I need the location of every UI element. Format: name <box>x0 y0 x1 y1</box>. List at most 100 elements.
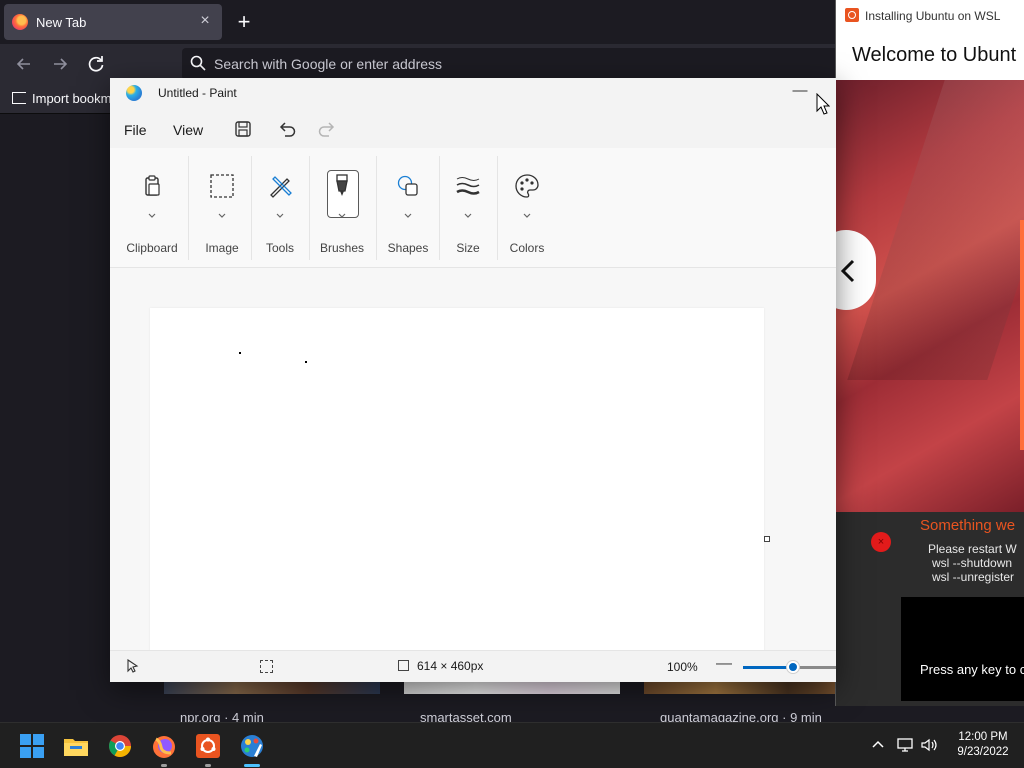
ribbon-divider <box>309 156 310 260</box>
tools-group[interactable]: Tools <box>253 148 307 268</box>
paint-ribbon: Clipboard Image Tools Brushes Shapes Siz… <box>110 148 836 268</box>
paint-title-bar: Untitled - Paint — <box>110 78 836 110</box>
ubuntu-logo-icon <box>845 8 859 22</box>
story-card[interactable]: smartasset.com <box>404 676 620 725</box>
address-bar[interactable] <box>182 48 842 80</box>
volume-icon[interactable] <box>920 736 938 754</box>
chevron-down-icon <box>218 206 226 218</box>
redo-icon[interactable] <box>316 118 338 140</box>
story-card[interactable]: quantamagazine.org · 9 min <box>644 676 860 725</box>
cursor-position-icon <box>126 658 140 673</box>
chrome-icon <box>109 735 131 757</box>
paint-status-bar: 614 × 460px 100% — <box>110 650 836 682</box>
search-icon <box>190 55 206 71</box>
ribbon-divider <box>497 156 498 260</box>
colors-group[interactable]: Colors <box>502 148 552 268</box>
clipboard-group[interactable]: Clipboard <box>122 148 182 268</box>
import-bookmarks-label: Import bookm <box>32 91 112 106</box>
paint-window-title: Untitled - Paint <box>158 86 237 100</box>
brush-icon <box>328 172 356 200</box>
back-arrow-icon[interactable] <box>10 50 38 78</box>
colors-label: Colors <box>509 241 545 255</box>
network-icon[interactable] <box>896 736 914 754</box>
chevron-down-icon <box>404 206 412 218</box>
shapes-group[interactable]: Shapes <box>382 148 434 268</box>
windows-taskbar: 12:00 PM 9/23/2022 <box>0 722 1024 768</box>
canvas-size-icon <box>398 660 409 671</box>
ribbon-divider <box>376 156 377 260</box>
ribbon-divider <box>251 156 252 260</box>
chrome-button[interactable] <box>104 730 136 762</box>
save-icon[interactable] <box>232 118 254 140</box>
drawing-canvas[interactable] <box>150 308 764 650</box>
selection-size-icon <box>260 660 273 673</box>
minimize-button[interactable]: — <box>786 82 814 104</box>
canvas-dot <box>305 361 307 363</box>
folder-icon <box>64 739 88 756</box>
slide-prev-button[interactable] <box>836 230 876 310</box>
shapes-label: Shapes <box>387 241 429 255</box>
line-width-icon <box>454 172 482 200</box>
error-icon: × <box>871 532 891 552</box>
size-group[interactable]: Size <box>444 148 492 268</box>
file-explorer-button[interactable] <box>60 730 92 762</box>
ubuntu-button[interactable] <box>192 730 224 767</box>
zoom-out-button[interactable]: — <box>716 655 732 673</box>
canvas-resize-handle[interactable] <box>764 536 770 542</box>
ribbon-divider <box>439 156 440 260</box>
canvas-size-text: 614 × 460px <box>417 659 484 673</box>
ubuntu-header: Welcome to Ubunt <box>836 30 1024 80</box>
firefox-icon <box>153 736 175 758</box>
running-indicator <box>161 764 167 767</box>
tab-title: New Tab <box>36 15 87 30</box>
canvas-size-readout: 614 × 460px <box>398 659 483 673</box>
system-clock[interactable]: 12:00 PM 9/23/2022 <box>948 730 1018 760</box>
show-hidden-icons-button[interactable] <box>868 735 888 755</box>
forward-arrow-icon[interactable] <box>46 50 74 78</box>
tab-close-icon[interactable]: × <box>196 12 214 30</box>
file-menu[interactable]: File <box>124 122 147 138</box>
terminal-pane[interactable]: Press any key to c <box>901 597 1024 701</box>
story-card[interactable]: npr.org · 4 min <box>164 676 380 725</box>
wallpaper-accent <box>1020 220 1024 450</box>
clipboard-icon <box>138 172 166 200</box>
ubuntu-window-title: Installing Ubuntu on WSL <box>865 9 1001 23</box>
undo-icon[interactable] <box>276 118 298 140</box>
error-title: Something we <box>920 517 1016 534</box>
import-icon <box>12 92 26 104</box>
view-menu[interactable]: View <box>173 122 203 138</box>
palette-icon <box>513 172 541 200</box>
pencil-eraser-icon <box>266 172 294 200</box>
new-tab-button[interactable]: + <box>232 10 256 34</box>
url-input[interactable] <box>214 54 814 74</box>
tools-label: Tools <box>265 241 294 255</box>
chevron-down-icon <box>338 206 346 218</box>
mouse-cursor-icon <box>816 92 831 115</box>
ubuntu-welcome-heading: Welcome to Ubunt <box>852 44 1017 66</box>
zoom-slider-thumb[interactable] <box>787 661 799 673</box>
firefox-tab-new-tab[interactable]: New Tab × <box>4 4 222 40</box>
paint-window: Untitled - Paint — File View Clipboard I… <box>110 78 836 682</box>
ubuntu-installer-window: Installing Ubuntu on WSL Welcome to Ubun… <box>835 0 1024 706</box>
firefox-button[interactable] <box>148 730 180 767</box>
image-label: Image <box>205 241 239 255</box>
import-bookmarks-link[interactable]: Import bookm <box>12 91 111 106</box>
zoom-level[interactable]: 100% <box>667 660 698 674</box>
brushes-group[interactable]: Brushes <box>312 148 372 268</box>
canvas-workspace <box>110 268 836 650</box>
ubuntu-error-panel: × Something we Please restart W wsl --sh… <box>836 512 1024 706</box>
active-indicator <box>244 764 260 767</box>
wallpaper-fold <box>847 80 1024 380</box>
canvas-dot <box>239 352 241 354</box>
reload-icon[interactable] <box>82 50 110 78</box>
clipboard-label: Clipboard <box>126 241 178 255</box>
ubuntu-title-bar: Installing Ubuntu on WSL <box>836 0 1024 30</box>
error-line: wsl --shutdown <box>932 556 1013 570</box>
chevron-down-icon <box>148 206 156 218</box>
clock-date: 9/23/2022 <box>957 746 1009 758</box>
start-button[interactable] <box>16 730 48 762</box>
error-line: Please restart W <box>928 542 1017 556</box>
paint-logo-icon <box>126 85 142 101</box>
paint-button[interactable] <box>236 730 268 767</box>
image-group[interactable]: Image <box>194 148 250 268</box>
